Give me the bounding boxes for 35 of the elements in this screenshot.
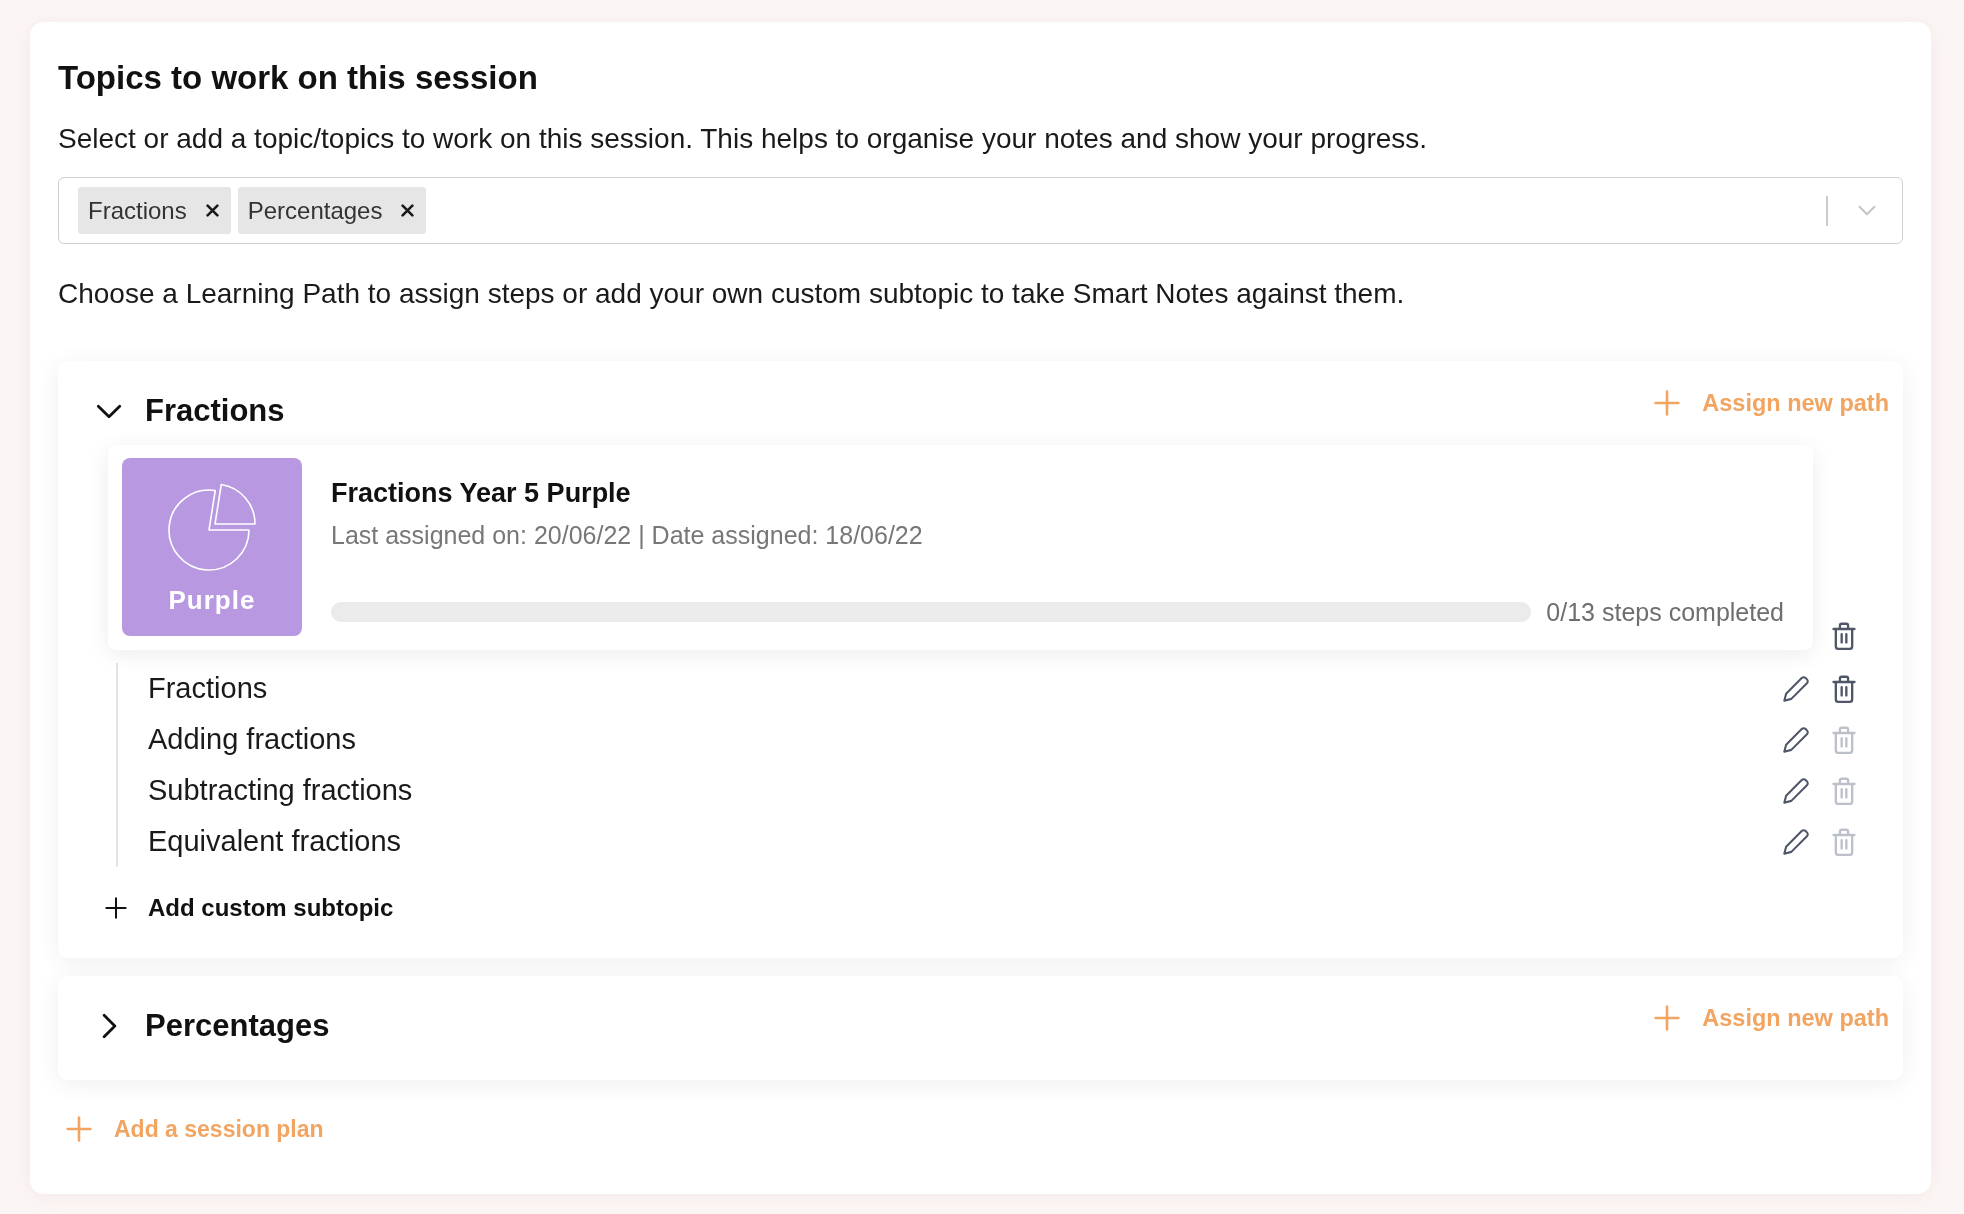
pencil-icon[interactable] bbox=[1783, 828, 1809, 855]
topic-select[interactable]: Fractions Percentages bbox=[58, 177, 1903, 244]
assign-path-button[interactable]: Assign new path bbox=[1654, 388, 1889, 418]
chevron-right-icon[interactable] bbox=[101, 1013, 117, 1039]
pencil-icon[interactable] bbox=[1783, 675, 1809, 702]
subtopic-name: Fractions bbox=[148, 672, 269, 705]
topic-title: Fractions bbox=[145, 393, 285, 429]
steps-completed-text: 0/13 steps completed bbox=[1546, 597, 1784, 627]
add-subtopic-button[interactable]: Add custom subtopic bbox=[105, 891, 394, 925]
path-title: Fractions Year 5 Purple bbox=[331, 477, 632, 509]
plus-icon bbox=[1654, 1005, 1681, 1031]
chevron-down-icon[interactable] bbox=[96, 403, 122, 419]
close-icon[interactable] bbox=[401, 204, 415, 217]
close-icon[interactable] bbox=[205, 204, 219, 217]
pencil-icon[interactable] bbox=[1783, 726, 1809, 753]
trash-icon[interactable] bbox=[1832, 674, 1856, 703]
pie-chart-icon bbox=[167, 482, 257, 572]
plus-icon bbox=[66, 1116, 92, 1142]
subtopic-name: Adding fractions bbox=[148, 723, 357, 756]
tag-label: Percentages bbox=[247, 196, 383, 225]
plus-icon bbox=[1654, 390, 1681, 416]
pencil-icon[interactable] bbox=[1783, 777, 1809, 804]
add-session-plan-button[interactable]: Add a session plan bbox=[66, 1112, 324, 1146]
plus-icon bbox=[105, 897, 127, 919]
subtopic-name: Equivalent fractions bbox=[148, 825, 403, 858]
tag-label: Fractions bbox=[88, 196, 187, 225]
section-title: Topics to work on this session bbox=[58, 58, 539, 98]
description-text: Select or add a topic/topics to work on this session. This helps to organise your notes and show your progress. bbox=[58, 122, 1429, 156]
topic-title: Percentages bbox=[145, 1008, 330, 1044]
subtopic-name: Subtracting fractions bbox=[148, 774, 414, 807]
path-dates: Last assigned on: 20/06/22 | Date assigned: 18/06/22 bbox=[331, 520, 924, 551]
trash-icon[interactable] bbox=[1832, 622, 1856, 650]
tile-label: Purple bbox=[168, 585, 256, 615]
instructions-text: Choose a Learning Path to assign steps or add your own custom subtopic to take Smart Notes against them. bbox=[58, 277, 1406, 311]
assign-path-button[interactable]: Assign new path bbox=[1654, 1003, 1889, 1033]
